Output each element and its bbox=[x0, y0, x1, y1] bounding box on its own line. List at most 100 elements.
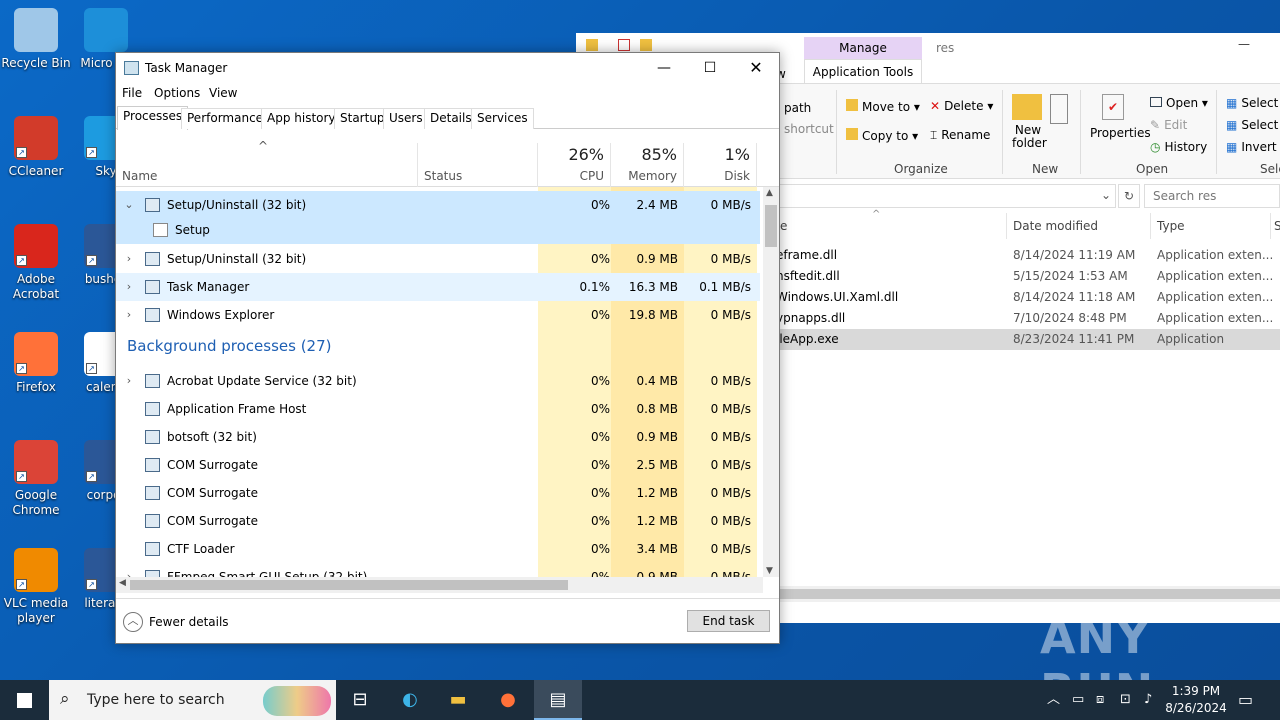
notification-icon[interactable]: ▭ bbox=[1238, 680, 1253, 720]
process-disk: 0 MB/s bbox=[710, 570, 751, 577]
menu-file[interactable]: File bbox=[122, 86, 142, 100]
column-size[interactable]: S bbox=[1274, 219, 1280, 233]
horizontal-scrollbar[interactable] bbox=[776, 586, 1280, 602]
column-name[interactable]: Name bbox=[116, 143, 418, 187]
tab-manage[interactable]: Manage bbox=[804, 37, 922, 59]
tab-users[interactable]: Users bbox=[383, 108, 429, 129]
tab-performance[interactable]: Performance bbox=[181, 108, 270, 129]
move-to-button[interactable]: Move to ▾ bbox=[846, 99, 920, 114]
refresh-icon[interactable]: ↻ bbox=[1118, 184, 1140, 208]
invert-selection-button[interactable]: ▦Invert s bbox=[1226, 140, 1280, 154]
new-item-icon[interactable] bbox=[1050, 94, 1068, 124]
network-icon[interactable]: ⊡ bbox=[1120, 680, 1131, 720]
file-row[interactable]: ileApp.exe 8/23/2024 11:41 PM Application bbox=[776, 329, 1280, 350]
tab-application-tools[interactable]: Application Tools bbox=[804, 59, 922, 83]
process-row[interactable]: COM Surrogate 0% 1.2 MB 0 MB/s bbox=[116, 507, 760, 535]
column-cpu[interactable]: 26% CPU bbox=[538, 143, 611, 187]
scroll-left-icon[interactable]: ◀ bbox=[119, 578, 126, 588]
volume-icon[interactable]: ♪ bbox=[1144, 680, 1152, 720]
battery-icon[interactable]: ▭ bbox=[1072, 680, 1084, 720]
rename-button[interactable]: ⌶ Rename bbox=[930, 128, 990, 143]
desktop-icon[interactable]: ↗ CCleaner bbox=[0, 116, 72, 179]
column-disk[interactable]: 1% Disk bbox=[684, 143, 757, 187]
column-type[interactable]: Type bbox=[1157, 219, 1185, 233]
device-icon[interactable]: ⧈ bbox=[1096, 680, 1104, 720]
tab-services[interactable]: Services bbox=[471, 108, 534, 129]
task-view-button[interactable]: ⊟ bbox=[336, 680, 384, 720]
new-folder-button[interactable]: New folder bbox=[1012, 124, 1047, 150]
edit-button[interactable]: ✎ Edit bbox=[1150, 118, 1187, 132]
copy-path-button[interactable]: path bbox=[784, 101, 811, 115]
desktop-icon[interactable]: ↗ Firefox bbox=[0, 332, 72, 395]
copy-to-button[interactable]: Copy to ▾ bbox=[846, 128, 918, 143]
chevron-right-icon[interactable]: › bbox=[123, 245, 135, 273]
fewer-details-link[interactable]: Fewer details bbox=[149, 615, 229, 629]
process-row[interactable]: ⌄ Setup/Uninstall (32 bit) 0% 2.4 MB 0 MB/s bbox=[116, 191, 760, 219]
minimize-button[interactable]: — bbox=[1238, 37, 1250, 51]
search-box[interactable]: ⌕ Type here to search bbox=[49, 680, 336, 720]
process-row[interactable]: Setup bbox=[116, 216, 760, 244]
file-row[interactable]: vpnapps.dll 7/10/2024 8:48 PM Application … bbox=[776, 308, 1280, 329]
search-input[interactable]: Search res bbox=[1144, 184, 1280, 208]
maximize-button[interactable]: ☐ bbox=[687, 53, 733, 83]
select-none-button[interactable]: ▦Select n bbox=[1226, 118, 1280, 132]
address-bar[interactable]: ⌄ bbox=[776, 184, 1116, 208]
chevron-right-icon[interactable]: › bbox=[123, 367, 135, 395]
process-row[interactable]: › Windows Explorer 0% 19.8 MB 0 MB/s bbox=[116, 301, 760, 329]
chevron-right-icon[interactable]: › bbox=[123, 273, 135, 301]
chevron-right-icon[interactable]: › bbox=[123, 563, 135, 577]
history-button[interactable]: ◷ History bbox=[1150, 140, 1207, 154]
desktop-icon[interactable]: ↗ VLC media player bbox=[0, 548, 72, 626]
chevron-right-icon[interactable]: › bbox=[123, 301, 135, 329]
column-name[interactable]: e bbox=[780, 219, 787, 233]
taskbar-firefox[interactable]: ● bbox=[484, 680, 532, 720]
chevron-down-icon[interactable]: ⌄ bbox=[1101, 188, 1111, 202]
chevron-up-icon[interactable]: ︿ bbox=[1047, 680, 1060, 720]
column-status[interactable]: Status bbox=[418, 143, 538, 187]
file-row[interactable]: eframe.dll 8/14/2024 11:19 AM Application … bbox=[776, 245, 1280, 266]
taskbar-task-manager[interactable]: ▤ bbox=[534, 680, 582, 720]
scrollbar-thumb[interactable] bbox=[776, 589, 1280, 599]
desktop-icon[interactable]: ↗ Google Chrome bbox=[0, 440, 72, 518]
desktop-icon[interactable]: Recycle Bin bbox=[0, 8, 72, 71]
taskbar-edge[interactable]: ◐ bbox=[386, 680, 434, 720]
column-memory[interactable]: 85% Memory bbox=[611, 143, 684, 187]
process-row[interactable]: CTF Loader 0% 3.4 MB 0 MB/s bbox=[116, 535, 760, 563]
delete-button[interactable]: ✕ Delete ▾ bbox=[930, 99, 993, 113]
start-button[interactable] bbox=[0, 680, 48, 720]
end-task-button[interactable]: End task bbox=[687, 610, 770, 632]
column-date-modified[interactable]: Date modified bbox=[1013, 219, 1098, 233]
file-row[interactable]: nsftedit.dll 5/15/2024 1:53 AM Application… bbox=[776, 266, 1280, 287]
chevron-up-icon[interactable]: ︿ bbox=[123, 612, 143, 632]
clock[interactable]: 1:39 PM 8/26/2024 bbox=[1160, 683, 1232, 717]
tab-details[interactable]: Details bbox=[424, 108, 478, 129]
menu-options[interactable]: Options bbox=[154, 86, 200, 100]
paste-shortcut-button[interactable]: shortcut bbox=[784, 122, 834, 136]
process-row[interactable]: botsoft (32 bit) 0% 0.9 MB 0 MB/s bbox=[116, 423, 760, 451]
close-button[interactable]: ✕ bbox=[733, 53, 779, 83]
horizontal-scrollbar[interactable]: ◀ bbox=[116, 577, 763, 593]
scrollbar-thumb[interactable] bbox=[765, 205, 777, 247]
menu-view[interactable]: View bbox=[209, 86, 237, 100]
minimize-button[interactable]: — bbox=[641, 53, 687, 83]
chevron-down-icon[interactable]: ⌄ bbox=[123, 191, 135, 219]
properties-button[interactable]: Properties bbox=[1090, 126, 1151, 140]
select-all-button[interactable]: ▦Select a bbox=[1226, 96, 1280, 110]
process-row[interactable]: › FFmpeg Smart GUI Setup (32 bit) 0% 0.9 MB… bbox=[116, 563, 760, 577]
file-row[interactable]: Windows.UI.Xaml.dll 8/14/2024 11:18 AM App… bbox=[776, 287, 1280, 308]
tab-processes[interactable]: Processes bbox=[117, 106, 189, 130]
desktop-icon[interactable]: ↗ Adobe Acrobat bbox=[0, 224, 72, 302]
process-row[interactable]: › Setup/Uninstall (32 bit) 0% 0.9 MB 0 MB/s bbox=[116, 245, 760, 273]
tab-app-history[interactable]: App history bbox=[261, 108, 342, 129]
scroll-down-icon[interactable]: ▼ bbox=[766, 566, 773, 576]
process-row[interactable]: COM Surrogate 0% 1.2 MB 0 MB/s bbox=[116, 479, 760, 507]
process-row[interactable]: › Task Manager 0.1% 16.3 MB 0.1 MB/s bbox=[116, 273, 760, 301]
vertical-scrollbar[interactable]: ▲ ▼ bbox=[763, 187, 779, 577]
scrollbar-thumb[interactable] bbox=[130, 580, 568, 590]
taskbar-file-explorer[interactable]: ▬ bbox=[434, 680, 482, 720]
scroll-up-icon[interactable]: ▲ bbox=[766, 188, 773, 198]
process-row[interactable]: Application Frame Host 0% 0.8 MB 0 MB/s bbox=[116, 395, 760, 423]
open-button[interactable]: Open ▾ bbox=[1150, 96, 1208, 110]
process-row[interactable]: › Acrobat Update Service (32 bit) 0% 0.4 MB… bbox=[116, 367, 760, 395]
process-row[interactable]: COM Surrogate 0% 2.5 MB 0 MB/s bbox=[116, 451, 760, 479]
